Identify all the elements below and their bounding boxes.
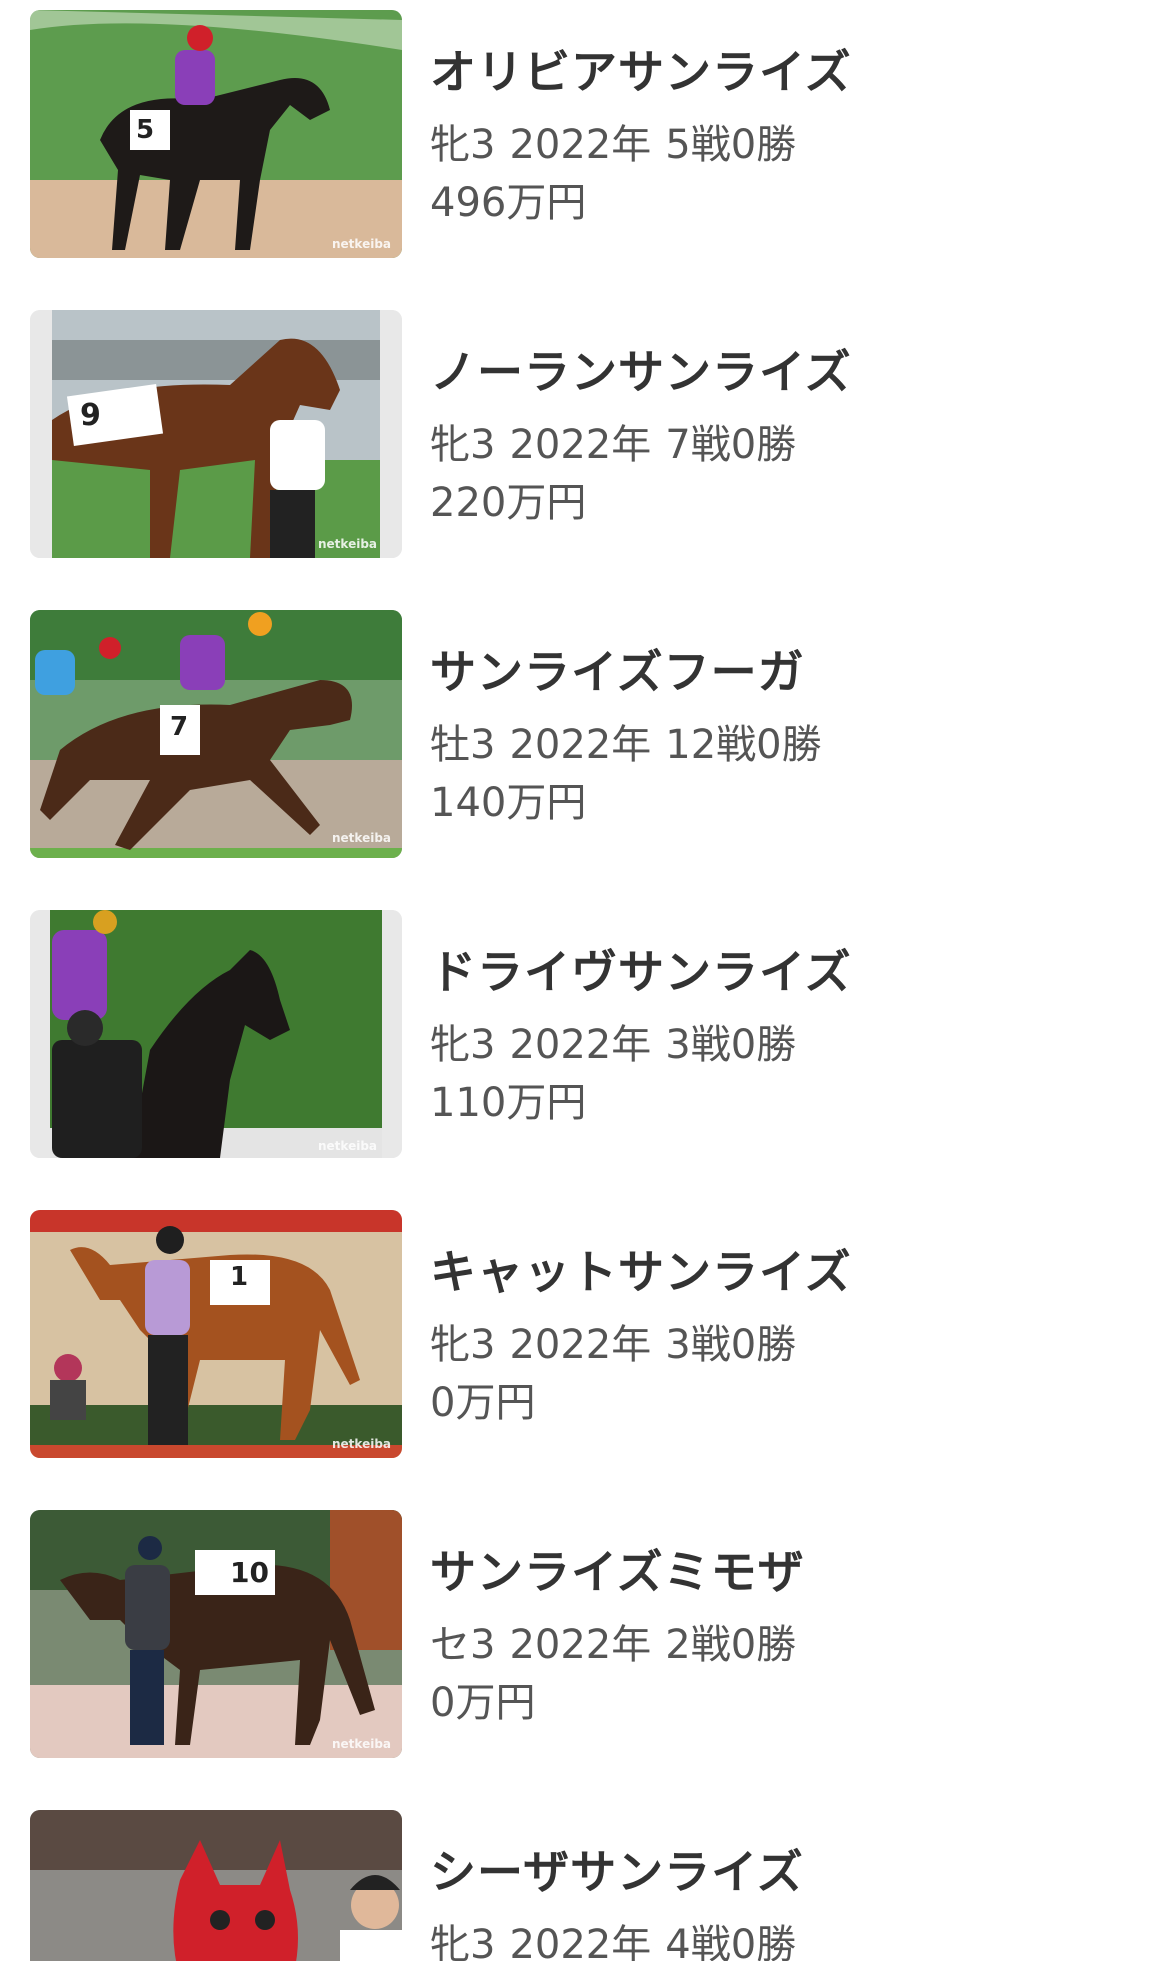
horse-photo: 5 netkeiba bbox=[30, 10, 402, 258]
horse-name: ドライヴサンライズ bbox=[430, 945, 852, 999]
race-record: 2戦0勝 bbox=[665, 1622, 797, 1668]
sex-age: 牝3 bbox=[430, 1322, 496, 1368]
birth-year: 2022年 bbox=[509, 1322, 652, 1368]
horse-profile: 牝3 2022年 7戦0勝 bbox=[430, 412, 796, 470]
sex-age: セ3 bbox=[430, 1622, 496, 1668]
horse-name: キャットサンライズ bbox=[430, 1245, 852, 1299]
svg-text:10: 10 bbox=[230, 1556, 269, 1589]
birth-year: 2022年 bbox=[509, 422, 652, 468]
horse-profile: 牝3 2022年 4戦0勝 bbox=[430, 1912, 796, 1961]
race-record: 12戦0勝 bbox=[665, 722, 822, 768]
svg-text:1: 1 bbox=[230, 1262, 248, 1292]
horse-photo: 7 netkeiba bbox=[30, 610, 402, 858]
horse-profile: 牝3 2022年 3戦0勝 bbox=[430, 1012, 796, 1070]
horse-name: オリビアサンライズ bbox=[430, 45, 852, 99]
birth-year: 2022年 bbox=[509, 722, 652, 768]
svg-text:netkeiba: netkeiba bbox=[332, 237, 391, 251]
svg-text:7: 7 bbox=[170, 712, 188, 742]
horse-list-item[interactable]: 7 netkeiba サンライズフーガ 牡3 2022年 12戦0勝 140万円 bbox=[0, 602, 1170, 858]
svg-text:netkeiba: netkeiba bbox=[318, 1139, 377, 1153]
horse-list-item[interactable]: シーザサンライズ 牝3 2022年 4戦0勝 bbox=[0, 1802, 1170, 1961]
sex-age: 牝3 bbox=[430, 1022, 496, 1068]
birth-year: 2022年 bbox=[509, 1622, 652, 1668]
race-record: 7戦0勝 bbox=[665, 422, 797, 468]
horse-list-item[interactable]: 1 netkeiba キャットサンライズ 牝3 2022年 3戦0勝 0万円 bbox=[0, 1202, 1170, 1458]
prize-money: 110万円 bbox=[430, 1080, 587, 1126]
horse-profile: セ3 2022年 2戦0勝 bbox=[430, 1612, 796, 1670]
race-record: 4戦0勝 bbox=[665, 1922, 797, 1961]
horse-photo: 1 netkeiba bbox=[30, 1210, 402, 1458]
svg-text:netkeiba: netkeiba bbox=[332, 1737, 391, 1751]
svg-text:5: 5 bbox=[136, 115, 154, 145]
svg-text:netkeiba: netkeiba bbox=[318, 537, 377, 551]
jockey-silks bbox=[175, 50, 215, 105]
race-record: 3戦0勝 bbox=[665, 1022, 797, 1068]
birth-year: 2022年 bbox=[509, 1922, 652, 1961]
horse-list-item[interactable]: 9 netkeiba ノーランサンライズ 牝3 2022年 7戦0勝 220万円 bbox=[0, 302, 1170, 558]
horse-list-item[interactable]: 5 netkeiba オリビアサンライズ 牝3 2022年 5戦0勝 496万円 bbox=[0, 2, 1170, 258]
horse-name: シーザサンライズ bbox=[430, 1845, 804, 1899]
race-record: 3戦0勝 bbox=[665, 1322, 797, 1368]
birth-year: 2022年 bbox=[509, 122, 652, 168]
horse-profile: 牝3 2022年 3戦0勝 bbox=[430, 1312, 796, 1370]
horse-profile: 牡3 2022年 12戦0勝 bbox=[430, 712, 822, 770]
horse-photo bbox=[30, 1810, 402, 1961]
prize-money: 496万円 bbox=[430, 180, 587, 226]
prize-money: 0万円 bbox=[430, 1680, 536, 1726]
horse-name: サンライズミモザ bbox=[430, 1545, 805, 1599]
prize-money: 220万円 bbox=[430, 480, 587, 526]
sex-age: 牝3 bbox=[430, 422, 496, 468]
horse-photo: 10 netkeiba bbox=[30, 1510, 402, 1758]
horse-photo: 9 netkeiba bbox=[30, 310, 402, 558]
birth-year: 2022年 bbox=[509, 1022, 652, 1068]
sex-age: 牡3 bbox=[430, 722, 496, 768]
horse-list-item[interactable]: netkeiba ドライヴサンライズ 牝3 2022年 3戦0勝 110万円 bbox=[0, 902, 1170, 1158]
svg-text:netkeiba: netkeiba bbox=[332, 831, 391, 845]
sex-age: 牝3 bbox=[430, 122, 496, 168]
horse-list: 5 netkeiba オリビアサンライズ 牝3 2022年 5戦0勝 496万円 9… bbox=[0, 0, 1170, 1961]
horse-photo: netkeiba bbox=[30, 910, 402, 1158]
svg-text:netkeiba: netkeiba bbox=[332, 1437, 391, 1451]
horse-profile: 牝3 2022年 5戦0勝 bbox=[430, 112, 796, 170]
svg-text:9: 9 bbox=[80, 398, 101, 433]
race-record: 5戦0勝 bbox=[665, 122, 797, 168]
horse-list-item[interactable]: 10 netkeiba サンライズミモザ セ3 2022年 2戦0勝 0万円 bbox=[0, 1502, 1170, 1758]
handler bbox=[270, 420, 325, 490]
prize-money: 140万円 bbox=[430, 780, 587, 826]
horse-name: サンライズフーガ bbox=[430, 645, 805, 699]
prize-money: 0万円 bbox=[430, 1380, 536, 1426]
horse-name: ノーランサンライズ bbox=[430, 345, 852, 399]
sex-age: 牝3 bbox=[430, 1922, 496, 1961]
